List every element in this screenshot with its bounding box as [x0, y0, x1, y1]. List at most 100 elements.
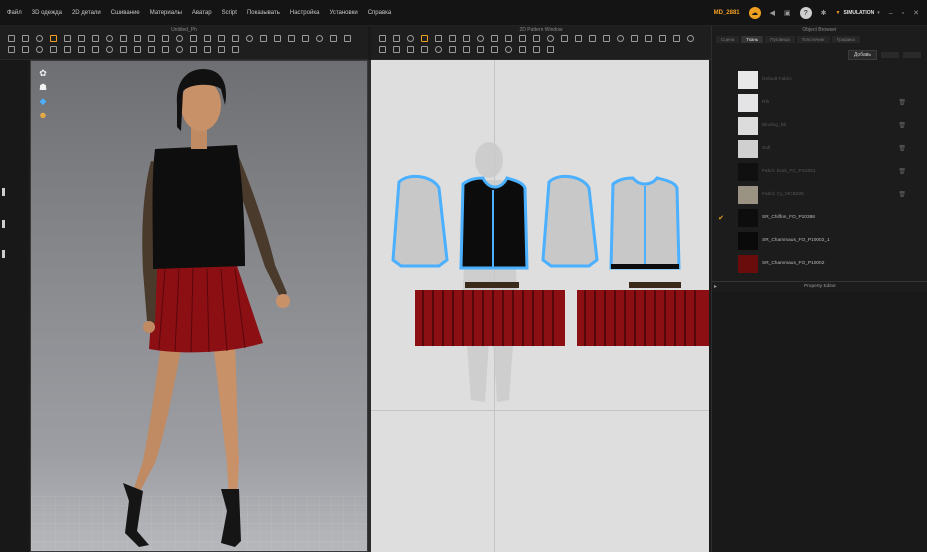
- toolbar-3d-tool-icon[interactable]: [246, 35, 253, 42]
- toolbar-3d-tool-icon[interactable]: [204, 46, 211, 53]
- settings-icon[interactable]: ✱: [821, 9, 827, 17]
- tab-0[interactable]: Сцена: [716, 35, 740, 43]
- toolbar-3d-tool-icon[interactable]: [302, 35, 309, 42]
- toolbar-2d-tool-icon[interactable]: [561, 35, 568, 42]
- toolbar-3d-tool-icon[interactable]: [8, 35, 15, 42]
- toolbar-3d-tool-icon[interactable]: [274, 35, 281, 42]
- fabric-swatch[interactable]: [738, 116, 758, 135]
- toolbar-3d-tool-icon[interactable]: [176, 35, 183, 42]
- toolbar-3d-tool-icon[interactable]: [162, 46, 169, 53]
- toolbar-3d-tool-icon[interactable]: [64, 35, 71, 42]
- pattern-window-2d[interactable]: [371, 60, 709, 552]
- toolbar-2d-tool-icon[interactable]: [547, 35, 554, 42]
- toolbar-2d-tool-icon[interactable]: [659, 35, 666, 42]
- simulation-toggle[interactable]: ▼ SIMULATION ▾: [836, 10, 880, 16]
- menu-item[interactable]: Справка: [363, 10, 397, 16]
- toolbar-3d-tool-icon[interactable]: [36, 46, 43, 53]
- toolbar-3d-tool-icon[interactable]: [162, 35, 169, 42]
- viewport-3d[interactable]: ✿ ☗ ◆ ☻: [30, 60, 368, 552]
- toolbar-3d-tool-icon[interactable]: [22, 35, 29, 42]
- fabric-row[interactable]: Rib 🗑: [712, 91, 927, 114]
- toolbar-2d-tool-icon[interactable]: [589, 35, 596, 42]
- menu-item[interactable]: Установки: [324, 10, 362, 16]
- toolbar-3d-tool-icon[interactable]: [92, 35, 99, 42]
- property-editor-header[interactable]: ▸ Property Editor: [712, 281, 927, 291]
- menu-item[interactable]: Файл: [2, 10, 27, 16]
- toolbar-2d-tool-icon[interactable]: [449, 46, 456, 53]
- toolbar-2d-tool-icon[interactable]: [575, 35, 582, 42]
- close-icon[interactable]: ✕: [913, 9, 919, 17]
- fabric-swatch[interactable]: [738, 185, 758, 204]
- toolbar-3d-tool-icon[interactable]: [78, 35, 85, 42]
- toolbar-2d-tool-icon[interactable]: [603, 35, 610, 42]
- cloud-icon[interactable]: ☁: [748, 7, 761, 19]
- toolbar-3d-tool-icon[interactable]: [50, 46, 57, 53]
- toolbar-2d-tool-icon[interactable]: [645, 35, 652, 42]
- toolbar-3d-tool-icon[interactable]: [148, 46, 155, 53]
- toolbar-2d-tool-icon[interactable]: [477, 46, 484, 53]
- toolbar-2d-tool-icon[interactable]: [379, 46, 386, 53]
- toolbar-3d-tool-icon[interactable]: [134, 46, 141, 53]
- toolbar-3d-tool-icon[interactable]: [288, 35, 295, 42]
- toolbar-3d-tool-icon[interactable]: [64, 46, 71, 53]
- fabric-row[interactable]: Fabric Cy_MCB205 🗑: [712, 183, 927, 206]
- add-fabric-button[interactable]: Добавь: [847, 50, 877, 60]
- toolbar-3d-tool-icon[interactable]: [50, 35, 57, 42]
- toolbar-3d-tool-icon[interactable]: [106, 46, 113, 53]
- toolbar-2d-tool-icon[interactable]: [379, 35, 386, 42]
- menu-item[interactable]: Script: [217, 10, 242, 16]
- toolbar-2d-tool-icon[interactable]: [435, 46, 442, 53]
- copy-button[interactable]: [881, 52, 899, 58]
- toolbar-2d-tool-icon[interactable]: [491, 46, 498, 53]
- fabric-row[interactable]: SR_Chammaus_FO_P10002_1: [712, 229, 927, 252]
- menu-item[interactable]: Аватар: [187, 10, 217, 16]
- speaker-icon[interactable]: ◀: [770, 9, 775, 17]
- toolbar-2d-tool-icon[interactable]: [463, 46, 470, 53]
- toolbar-3d-tool-icon[interactable]: [316, 35, 323, 42]
- toolbar-3d-tool-icon[interactable]: [22, 46, 29, 53]
- expand-arrow-icon[interactable]: ▸: [714, 282, 717, 292]
- fabric-swatch[interactable]: [738, 208, 758, 227]
- toolbar-2d-tool-icon[interactable]: [533, 46, 540, 53]
- toolbar-3d-tool-icon[interactable]: [232, 35, 239, 42]
- fabric-row[interactable]: ✔ SR_Chiffon_FO_P10398: [712, 206, 927, 229]
- trash-icon[interactable]: 🗑: [898, 145, 906, 152]
- trash-icon[interactable]: 🗑: [898, 168, 906, 175]
- fabric-row[interactable]: Fabric Dark_FC_PS2061 🗑: [712, 160, 927, 183]
- strip-handle[interactable]: [2, 220, 5, 228]
- fabric-row[interactable]: Default Fabric🗑: [712, 68, 927, 91]
- toolbar-3d-tool-icon[interactable]: [176, 46, 183, 53]
- toolbar-2d-tool-icon[interactable]: [687, 35, 694, 42]
- menu-item[interactable]: 3D одежда: [27, 10, 67, 16]
- toolbar-2d-tool-icon[interactable]: [449, 35, 456, 42]
- menu-item[interactable]: Материалы: [145, 10, 187, 16]
- toolbar-2d-tool-icon[interactable]: [519, 35, 526, 42]
- toolbar-2d-tool-icon[interactable]: [407, 46, 414, 53]
- avatar-model[interactable]: [31, 61, 368, 552]
- toolbar-3d-tool-icon[interactable]: [330, 35, 337, 42]
- trash-icon[interactable]: 🗑: [898, 122, 906, 129]
- toolbar-2d-tool-icon[interactable]: [519, 46, 526, 53]
- toolbar-3d-tool-icon[interactable]: [106, 35, 113, 42]
- toolbar-3d-tool-icon[interactable]: [148, 35, 155, 42]
- fabric-swatch[interactable]: [738, 254, 758, 273]
- strip-handle[interactable]: [2, 188, 5, 196]
- toolbar-3d-tool-icon[interactable]: [232, 46, 239, 53]
- toolbar-2d-tool-icon[interactable]: [491, 35, 498, 42]
- toolbar-2d-tool-icon[interactable]: [463, 35, 470, 42]
- project-badge[interactable]: MD_2881: [714, 10, 740, 16]
- toolbar-3d-tool-icon[interactable]: [8, 46, 15, 53]
- toolbar-2d-tool-icon[interactable]: [393, 35, 400, 42]
- menu-item[interactable]: 2D детали: [67, 10, 106, 16]
- minimize-icon[interactable]: –: [889, 10, 893, 17]
- toolbar-2d-tool-icon[interactable]: [421, 35, 428, 42]
- toolbar-3d-tool-icon[interactable]: [344, 35, 351, 42]
- tab-4[interactable]: Графика: [831, 35, 860, 43]
- strip-handle[interactable]: [2, 250, 5, 258]
- fabric-swatch[interactable]: [738, 93, 758, 112]
- toolbar-3d-tool-icon[interactable]: [190, 46, 197, 53]
- toolbar-3d-tool-icon[interactable]: [36, 35, 43, 42]
- fabric-swatch[interactable]: [738, 231, 758, 250]
- toolbar-2d-tool-icon[interactable]: [533, 35, 540, 42]
- maximize-icon[interactable]: ▫: [902, 10, 904, 17]
